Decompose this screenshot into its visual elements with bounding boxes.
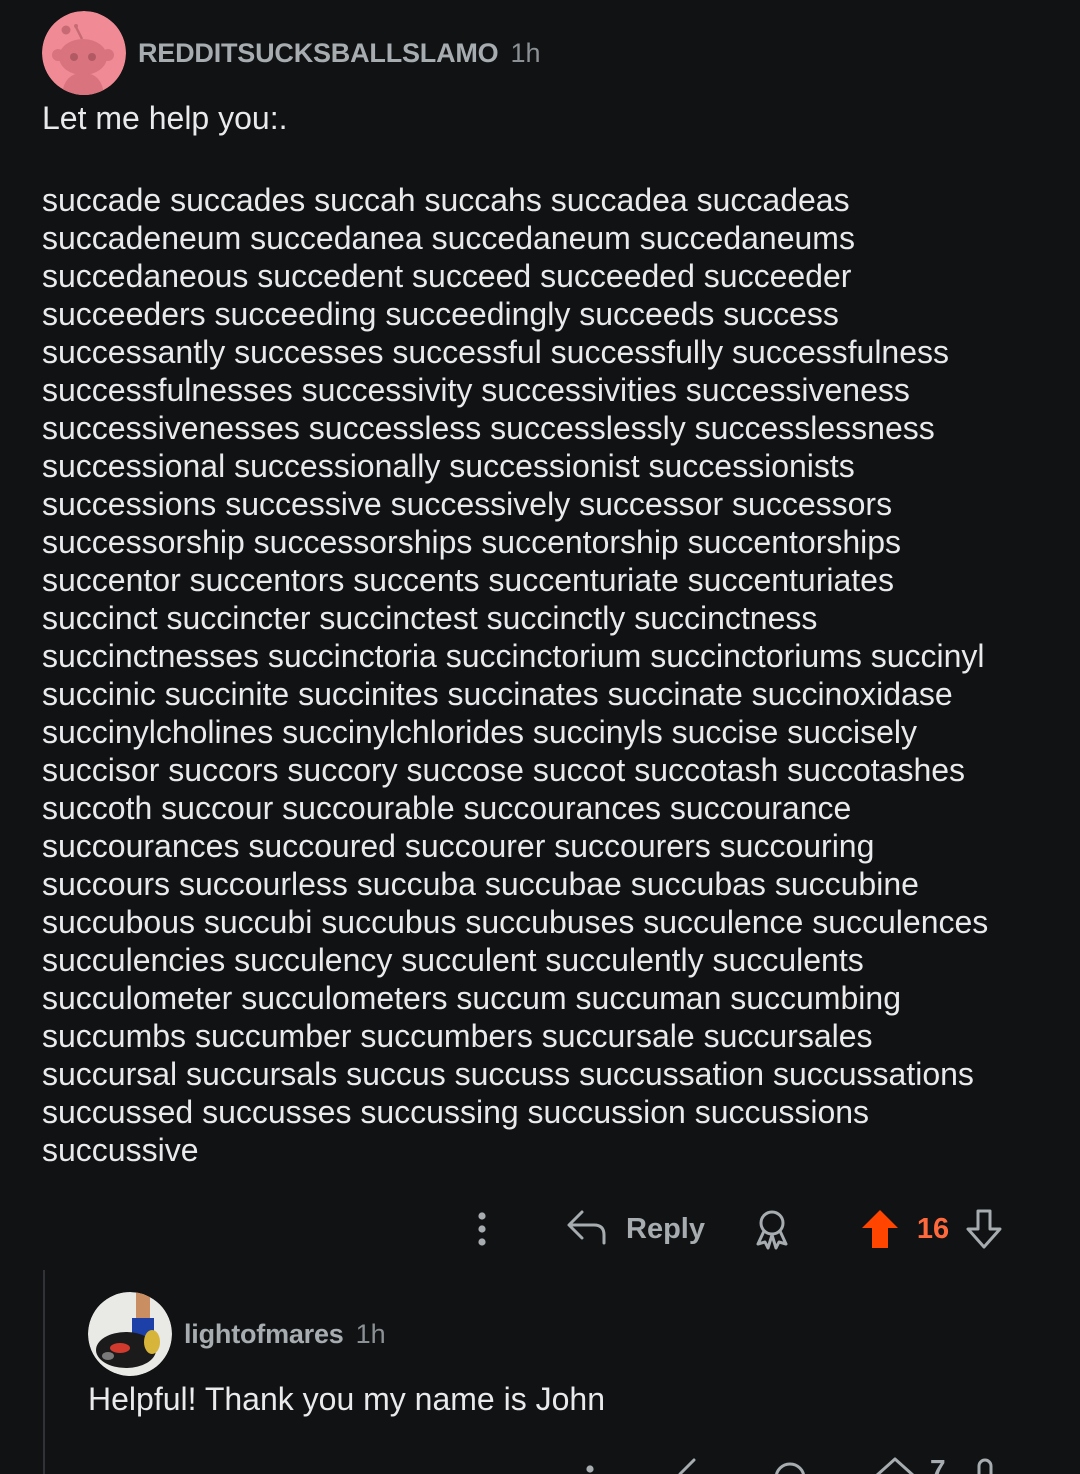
user-avatar-icon[interactable] xyxy=(88,1292,172,1376)
award-icon[interactable] xyxy=(770,1458,810,1474)
upvote-arrow-icon[interactable] xyxy=(858,1206,902,1252)
word-line: succumbs succumber succumbers succursale… xyxy=(42,1018,873,1054)
word-line: succulometer succulometers succum succum… xyxy=(42,980,901,1016)
word-line: succourances succoured succourer succour… xyxy=(42,828,875,864)
more-vertical-icon[interactable] xyxy=(462,1206,502,1252)
snoo-avatar-icon[interactable] xyxy=(42,11,126,95)
word-line: succisor succors succory succose succot … xyxy=(42,752,966,788)
comment-header: REDDITSUCKSBALLSLAMO 1h xyxy=(42,11,541,95)
word-line: succinic succinite succinites succinates… xyxy=(42,676,953,712)
upvote-arrow-icon[interactable] xyxy=(872,1456,918,1474)
downvote-arrow-icon[interactable] xyxy=(962,1206,1006,1252)
reply-arrow-icon[interactable] xyxy=(672,1458,702,1474)
word-line: successivenesses successless successless… xyxy=(42,410,935,446)
comment-time: 1h xyxy=(510,37,541,68)
reply-vote-count: 7 xyxy=(930,1454,946,1474)
comment-word-list: succade succades succah succahs succadea… xyxy=(42,181,1052,1169)
word-line: succadeneum succedanea succedaneum succe… xyxy=(42,220,855,256)
comment-intro: Let me help you:. xyxy=(42,100,288,136)
downvote-arrow-icon[interactable] xyxy=(970,1456,1000,1474)
word-line: succoth succour succourable succourances… xyxy=(42,790,852,826)
vote-count-label: 16 xyxy=(916,1212,950,1245)
reply-button[interactable]: Reply xyxy=(566,1206,705,1252)
reply-author[interactable]: lightofmares xyxy=(184,1319,344,1350)
word-line: succeeders succeeding succeedingly succe… xyxy=(42,296,839,332)
word-line: succubous succubi succubus succubuses su… xyxy=(42,904,989,940)
word-line: succinctnesses succinctoria succinctoriu… xyxy=(42,638,985,674)
thread-line[interactable] xyxy=(43,1270,45,1474)
word-line: successantly successes successful succes… xyxy=(42,334,950,370)
word-line: succursal succursals succus succuss succ… xyxy=(42,1056,974,1092)
word-line: successions successive successively succ… xyxy=(42,486,893,522)
word-line: succedaneous succedent succeed succeeded… xyxy=(42,258,852,294)
more-vertical-icon[interactable] xyxy=(584,1462,596,1474)
vote-count: 16 xyxy=(910,1206,956,1252)
word-line: succussed succusses succussing succussio… xyxy=(42,1094,870,1130)
reply-actions: 7 xyxy=(0,1452,1080,1474)
word-line: successional successionally successionis… xyxy=(42,448,855,484)
reply-body: Helpful! Thank you my name is John xyxy=(88,1381,605,1417)
award-icon[interactable] xyxy=(750,1206,794,1252)
reply-label: Reply xyxy=(626,1212,705,1245)
comment-author[interactable]: REDDITSUCKSBALLSLAMO xyxy=(138,38,499,69)
word-line: successfulnesses successivity successivi… xyxy=(42,372,910,408)
word-line: succours succourless succuba succubae su… xyxy=(42,866,919,902)
word-line: succulencies succulency succulent succul… xyxy=(42,942,864,978)
word-line: succade succades succah succahs succadea… xyxy=(42,182,850,218)
word-line: succinylcholines succinylchlorides succi… xyxy=(42,714,917,750)
comment-actions: Reply 16 xyxy=(0,1198,1080,1262)
word-line: succinct succincter succinctest succinct… xyxy=(42,600,818,636)
reply-time: 1h xyxy=(355,1318,386,1349)
word-line: successorship successorships succentorsh… xyxy=(42,524,902,560)
word-line: succussive xyxy=(42,1132,199,1168)
reply-header: lightofmares 1h xyxy=(88,1292,386,1376)
word-line: succentor succentors succents succenturi… xyxy=(42,562,894,598)
reply-arrow-icon xyxy=(566,1208,608,1251)
